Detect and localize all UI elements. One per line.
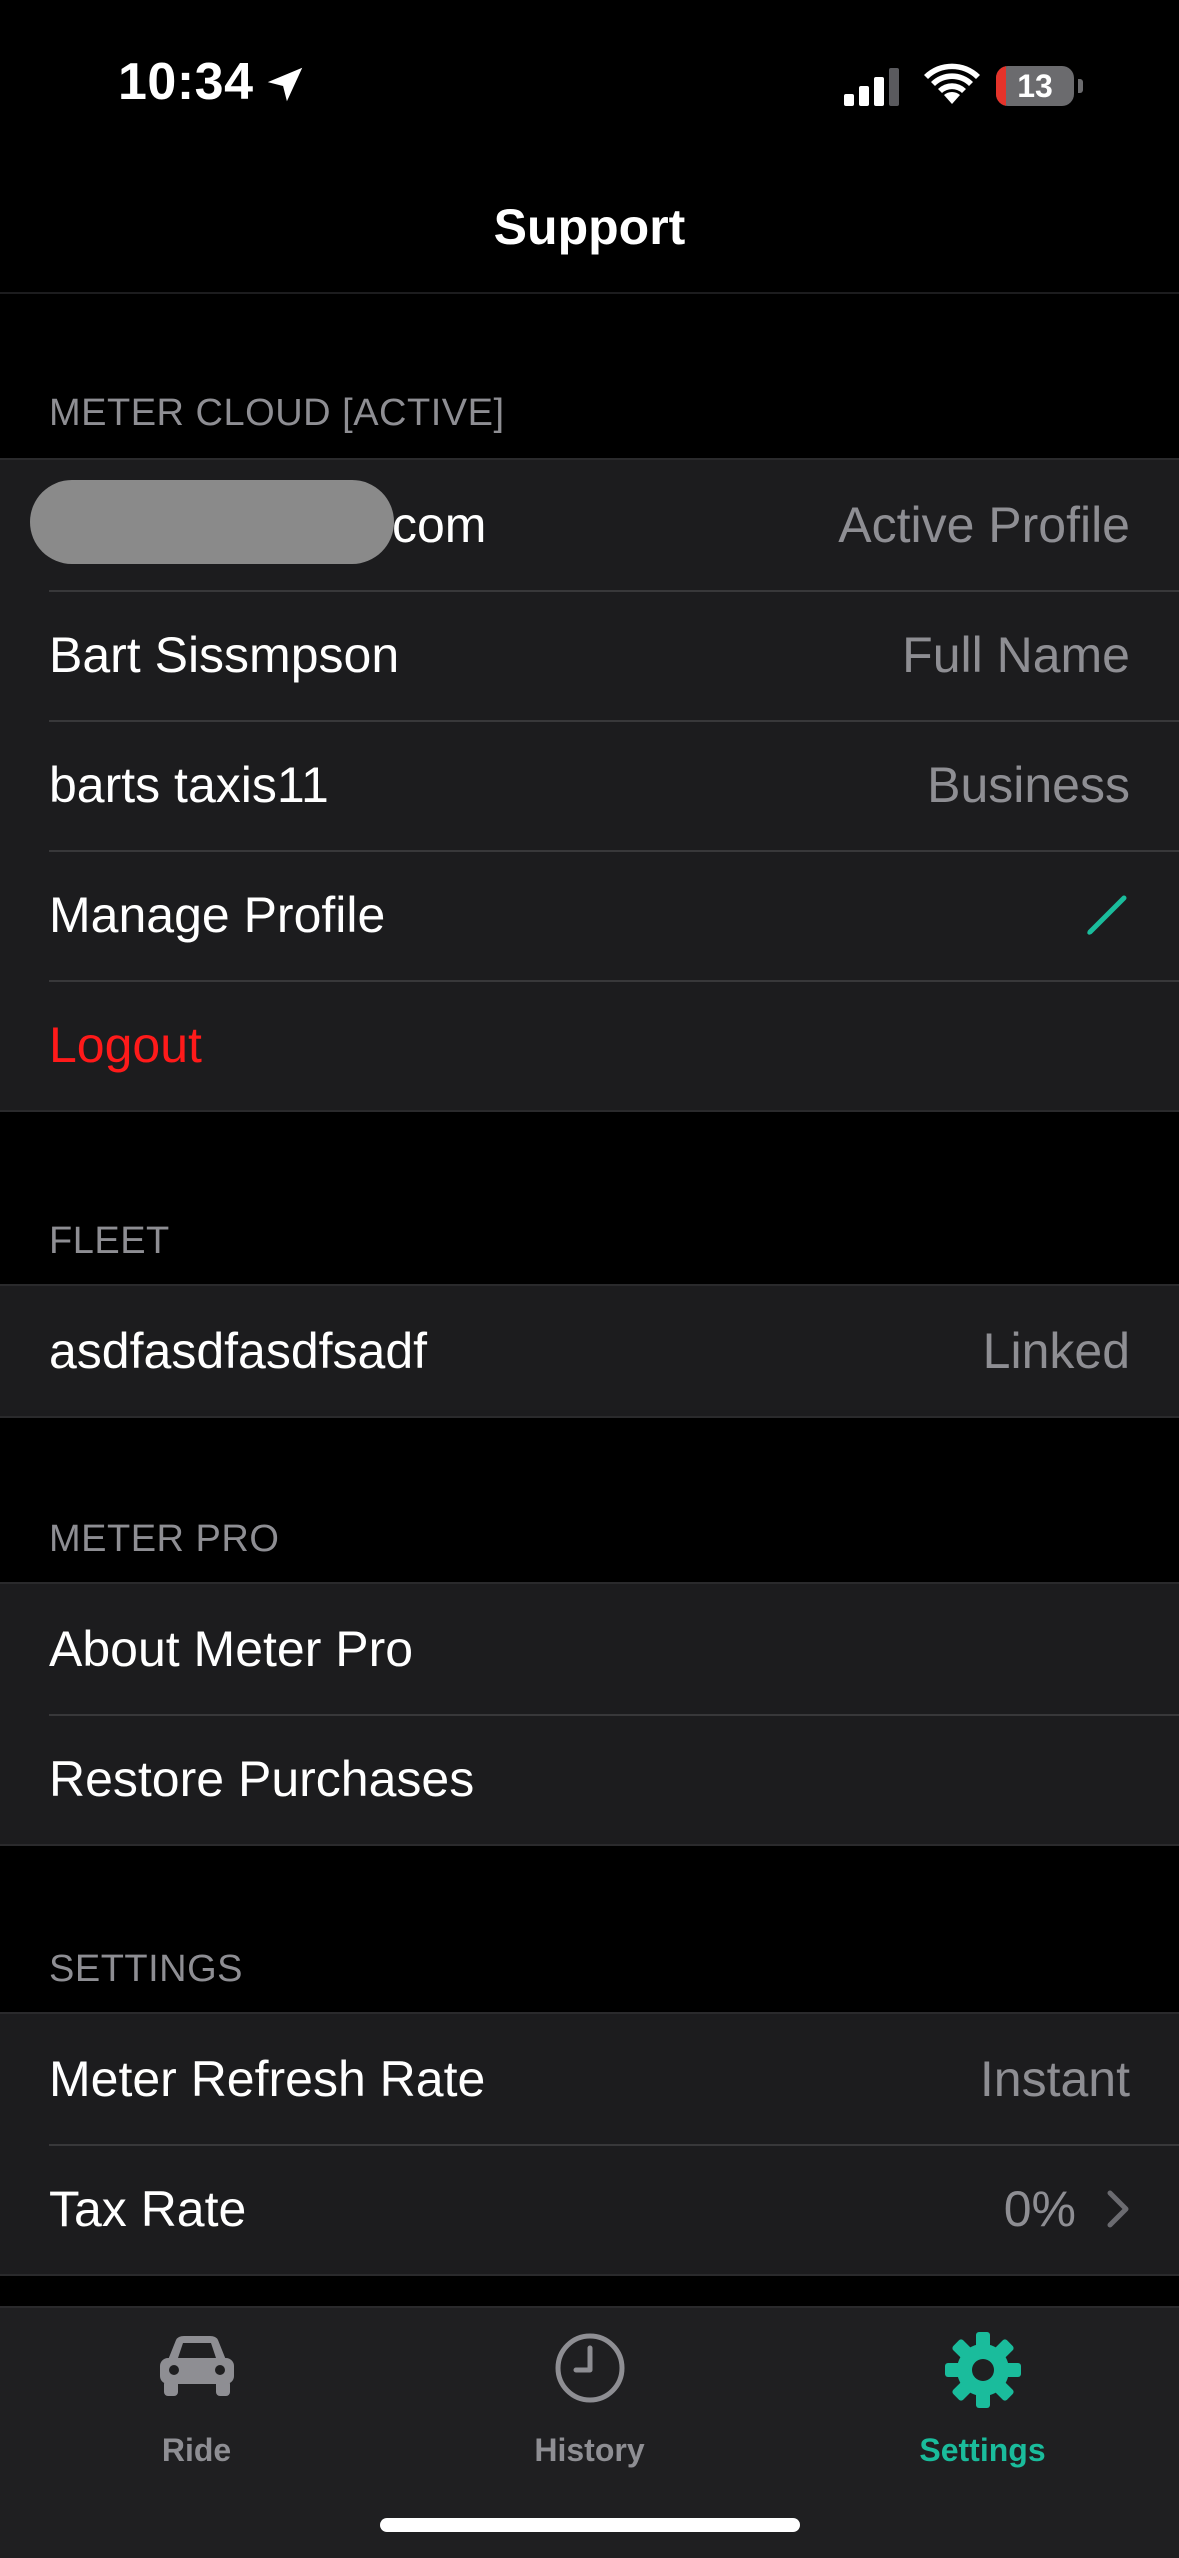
- tax-rate-row[interactable]: Tax Rate 0%: [0, 2144, 1179, 2274]
- car-icon: [159, 2336, 234, 2396]
- battery-percentage: 13: [1017, 68, 1053, 104]
- tab-history-label: History: [534, 2432, 645, 2468]
- meter-pro-group: About Meter Pro Restore Purchases: [0, 1582, 1179, 1846]
- battery-cap: [1078, 79, 1083, 93]
- pencil-icon[interactable]: [1084, 892, 1130, 938]
- fleet-group: asdfasdfasdfsadf Linked: [0, 1284, 1179, 1418]
- cellular-signal-icon: [844, 68, 899, 106]
- active-profile-value: Active Profile: [838, 497, 1130, 553]
- manage-profile-row[interactable]: Manage Profile: [0, 850, 1179, 980]
- chevron-right-icon: [1106, 2189, 1130, 2229]
- tab-ride[interactable]: Ride: [0, 2308, 393, 2488]
- redacted-email: [30, 480, 394, 564]
- clock-icon: [555, 2333, 624, 2403]
- about-meter-pro-row[interactable]: About Meter Pro: [0, 1584, 1179, 1714]
- tab-history[interactable]: History: [393, 2308, 786, 2488]
- tax-rate-value: 0%: [1003, 2181, 1076, 2237]
- business-label: barts taxis11: [49, 757, 329, 813]
- wifi-icon: [924, 63, 980, 104]
- location-arrow-icon: [267, 67, 303, 102]
- home-indicator[interactable]: [380, 2518, 800, 2532]
- meter-refresh-rate-value: Instant: [979, 2051, 1130, 2107]
- meter-refresh-rate-label: Meter Refresh Rate: [49, 2051, 486, 2107]
- tab-settings-label: Settings: [919, 2432, 1046, 2468]
- status-time: 10:34: [118, 53, 254, 111]
- fleet-status: Linked: [982, 1323, 1130, 1379]
- battery-indicator: 13: [996, 66, 1074, 106]
- email-suffix: com: [392, 497, 487, 553]
- gear-icon: [944, 2332, 1021, 2408]
- section-header-meter-cloud: METER CLOUD [ACTIVE]: [49, 392, 505, 434]
- restore-purchases-label: Restore Purchases: [49, 1751, 475, 1807]
- business-row[interactable]: barts taxis11 Business: [0, 720, 1179, 850]
- business-value: Business: [927, 757, 1130, 813]
- logout-button[interactable]: Logout: [49, 1016, 1130, 1074]
- tab-ride-label: Ride: [161, 2432, 232, 2468]
- tax-rate-label: Tax Rate: [49, 2181, 247, 2237]
- active-profile-row[interactable]: com Active Profile: [0, 460, 1179, 590]
- full-name-value: Full Name: [902, 627, 1130, 683]
- about-meter-pro-label: About Meter Pro: [49, 1621, 414, 1677]
- section-header-meter-pro: METER PRO: [49, 1518, 280, 1560]
- manage-profile-label: Manage Profile: [49, 887, 386, 943]
- meter-refresh-rate-row[interactable]: Meter Refresh Rate Instant: [0, 2014, 1179, 2144]
- tab-settings[interactable]: Settings: [786, 2308, 1179, 2488]
- logout-row[interactable]: Logout: [0, 980, 1179, 1110]
- section-header-fleet: FLEET: [49, 1220, 170, 1262]
- full-name-label: Bart Sissmpson: [49, 627, 400, 683]
- status-bar: 10:34 13: [0, 0, 1179, 170]
- page-title: Support: [493, 199, 686, 255]
- full-name-row[interactable]: Bart Sissmpson Full Name: [0, 590, 1179, 720]
- restore-purchases-row[interactable]: Restore Purchases: [0, 1714, 1179, 1844]
- settings-group: Meter Refresh Rate Instant Tax Rate 0%: [0, 2012, 1179, 2276]
- navigation-bar: Support: [0, 170, 1179, 294]
- section-header-settings: SETTINGS: [49, 1948, 244, 1990]
- meter-cloud-group: com Active Profile Bart Sissmpson Full N…: [0, 458, 1179, 1112]
- fleet-name: asdfasdfasdfsadf: [49, 1323, 428, 1379]
- fleet-row[interactable]: asdfasdfasdfsadf Linked: [0, 1286, 1179, 1416]
